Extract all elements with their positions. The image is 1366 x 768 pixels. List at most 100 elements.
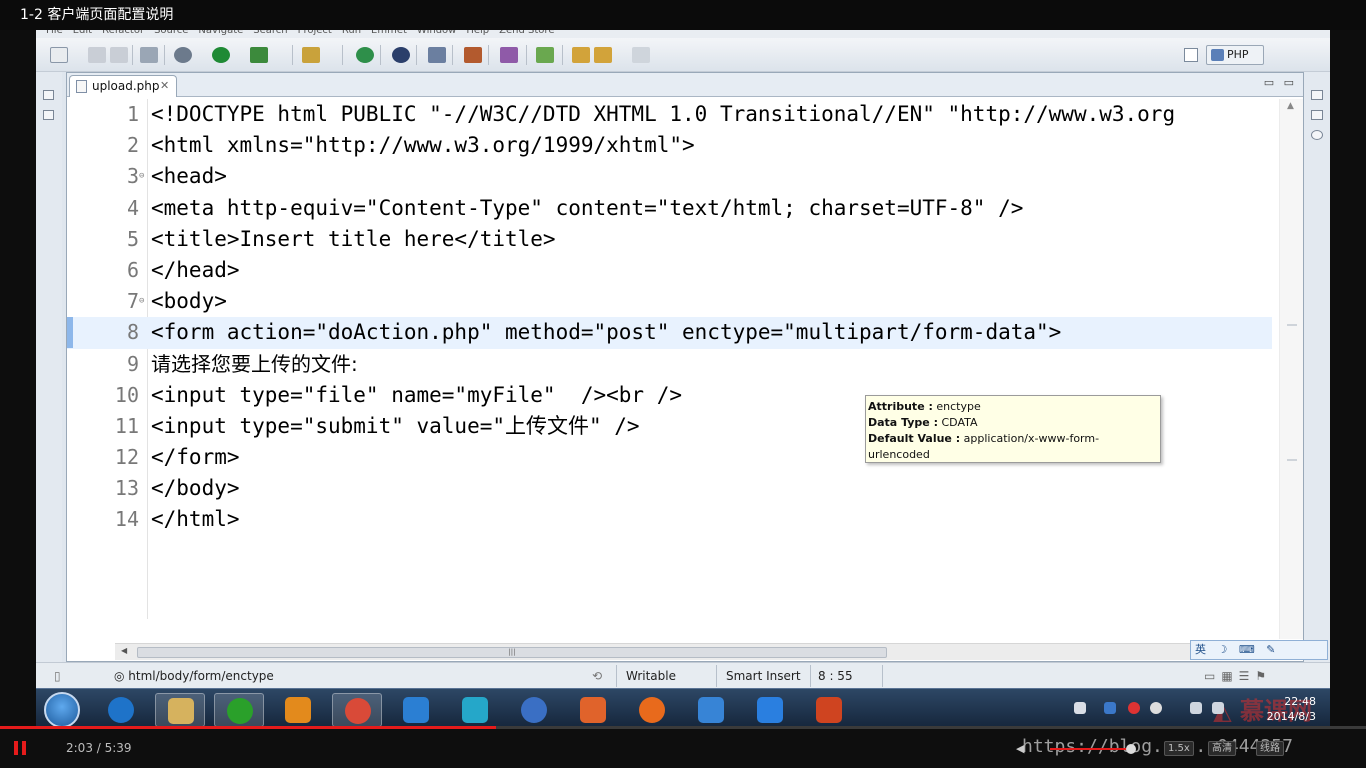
open-type-icon[interactable] <box>356 47 374 63</box>
close-tab-icon[interactable]: ✕ <box>160 76 169 96</box>
scroll-up-icon[interactable]: ▲ <box>1287 101 1294 111</box>
explorer-icon <box>168 698 194 724</box>
menu-item[interactable]: Run <box>342 30 361 36</box>
horizontal-scroll-thumb[interactable]: ||| <box>137 647 887 658</box>
back-arrow-icon[interactable] <box>594 47 612 63</box>
taskbar-app[interactable] <box>332 693 382 727</box>
pause-icon[interactable] <box>14 741 26 755</box>
save-icon[interactable] <box>88 47 106 63</box>
outline-icon[interactable] <box>43 110 54 120</box>
gear-icon[interactable] <box>1311 130 1323 140</box>
code-line[interactable]: 1 <!DOCTYPE html PUBLIC "-//W3C//DTD XHTM… <box>67 99 1272 130</box>
taskbar-app[interactable] <box>627 693 677 727</box>
run-icon[interactable] <box>212 47 230 63</box>
menu-item[interactable]: Help <box>466 30 489 36</box>
taskbar-app[interactable] <box>686 693 736 727</box>
taskbar-app[interactable] <box>391 693 441 727</box>
taskbar-app[interactable] <box>214 693 264 727</box>
menu-item[interactable]: Navigate <box>198 30 243 36</box>
search-pin-icon[interactable] <box>428 47 446 63</box>
toolbar-separator <box>380 45 381 65</box>
code-line[interactable]: 8 <form action="doAction.php" method="pos… <box>67 317 1272 349</box>
code-editor[interactable]: upload.php ✕ ▭ ▭ 1 <!DOCTYPE html PUBLIC … <box>66 72 1304 662</box>
taskbar-app[interactable] <box>155 693 205 727</box>
quality-button[interactable]: 高清 <box>1208 741 1236 756</box>
php-perspective-button[interactable]: PHP <box>1206 45 1264 65</box>
code-line[interactable]: 2 <html xmlns="http://www.w3.org/1999/xht… <box>67 130 1272 161</box>
brush-icon[interactable] <box>302 47 320 63</box>
line-text: <meta http-equiv="Content-Type" content=… <box>151 195 1024 220</box>
code-line[interactable]: 7 ⊖ <body> <box>67 286 1272 317</box>
leaf-icon[interactable] <box>536 47 554 63</box>
code-line[interactable]: 9 请选择您要上传的文件: <box>67 349 1272 380</box>
breadcrumb-path: html/body/form/enctype <box>128 669 274 683</box>
volume-slider[interactable] <box>1050 748 1130 750</box>
external-tools-icon[interactable] <box>250 47 268 63</box>
code-line[interactable]: 4 <meta http-equiv="Content-Type" content… <box>67 193 1272 224</box>
start-button[interactable] <box>44 692 80 728</box>
code-line[interactable]: 6 </head> <box>67 255 1272 286</box>
tray-icon[interactable] <box>1150 702 1162 714</box>
ime-indicator: 英 <box>1195 643 1210 656</box>
code-line[interactable]: 3 ⊖ <head> <box>67 161 1272 192</box>
ime-language-bar[interactable]: 英 ☽ ⌨ ✎ <box>1190 640 1328 660</box>
taskbar-app[interactable] <box>804 693 854 727</box>
outline-view-icon[interactable] <box>1311 110 1323 120</box>
tooltip-default-label: Default Value : <box>868 432 961 445</box>
system-clock[interactable]: 22:48 2014/8/3 <box>1267 694 1316 724</box>
code-line[interactable]: 14 </html> <box>67 504 1272 535</box>
debug-icon[interactable] <box>174 47 192 63</box>
taskbar-app[interactable] <box>96 693 146 727</box>
print-icon[interactable] <box>140 47 158 63</box>
menu-item[interactable]: File <box>46 30 63 36</box>
new-file-icon[interactable] <box>50 47 68 63</box>
fold-icon[interactable]: ⊖ <box>139 297 144 306</box>
menu-item[interactable]: Zend Store <box>499 30 554 36</box>
volume-icon[interactable]: ◀ <box>1016 742 1026 755</box>
speed-button[interactable]: 1.5x <box>1164 741 1194 756</box>
menu-item[interactable]: Source <box>154 30 188 36</box>
qq-browser-icon <box>757 697 783 723</box>
scroll-left-icon[interactable]: ◀ <box>121 646 127 655</box>
last-edit-icon[interactable] <box>572 47 590 63</box>
tooltip-datatype-row: Data Type : CDATA <box>868 415 1158 431</box>
taskbar-app[interactable] <box>568 693 618 727</box>
vertical-scrollbar[interactable]: ▲ <box>1279 99 1303 639</box>
taskbar-app[interactable] <box>273 693 323 727</box>
status-divider <box>882 665 883 687</box>
plugin-icon[interactable] <box>500 47 518 63</box>
code-line[interactable]: 13 </body> <box>67 473 1272 504</box>
menu-item[interactable]: Refactor <box>102 30 144 36</box>
books-icon[interactable] <box>464 47 482 63</box>
network-icon[interactable] <box>1190 702 1202 714</box>
menu-item[interactable]: Window <box>417 30 456 36</box>
shield-icon[interactable] <box>1104 702 1116 714</box>
volume-knob[interactable] <box>1126 744 1136 754</box>
restore-icon[interactable] <box>1311 90 1323 100</box>
taskbar-app[interactable] <box>450 693 500 727</box>
code-area[interactable]: 1 <!DOCTYPE html PUBLIC "-//W3C//DTD XHTM… <box>67 99 1272 619</box>
minimize-maximize-icons[interactable]: ▭ ▭ <box>1264 76 1297 89</box>
info-icon[interactable] <box>392 47 410 63</box>
video-player-controls: 2:03 / 5:39 https://blog.c... 0444257 ◀ … <box>0 729 1366 768</box>
taskbar-app[interactable] <box>509 693 559 727</box>
tray-icon[interactable] <box>1074 702 1086 714</box>
open-perspective-icon[interactable] <box>1184 48 1198 62</box>
route-button[interactable]: 线路 <box>1256 741 1284 756</box>
restore-icon[interactable] <box>43 90 54 100</box>
menu-item[interactable]: Edit <box>73 30 92 36</box>
line-text: 请选择您要上传的文件: <box>151 351 358 376</box>
menu-item[interactable]: Search <box>253 30 287 36</box>
ide-menubar: File Edit Refactor Source Navigate Search Proj… <box>36 30 1330 38</box>
menu-item[interactable]: Project <box>298 30 332 36</box>
fold-icon[interactable]: ⊖ <box>139 172 144 181</box>
horizontal-scrollbar[interactable]: ◀ ||| <box>115 643 1245 660</box>
save-all-icon[interactable] <box>110 47 128 63</box>
volume-icon[interactable] <box>1212 702 1224 714</box>
taskbar-app[interactable] <box>745 693 795 727</box>
forward-arrow-icon[interactable] <box>632 47 650 63</box>
record-icon[interactable] <box>1128 702 1140 714</box>
menu-item[interactable]: Emmet <box>371 30 407 36</box>
tab-upload-php[interactable]: upload.php ✕ <box>69 75 177 97</box>
code-line[interactable]: 5 <title>Insert title here</title> <box>67 224 1272 255</box>
